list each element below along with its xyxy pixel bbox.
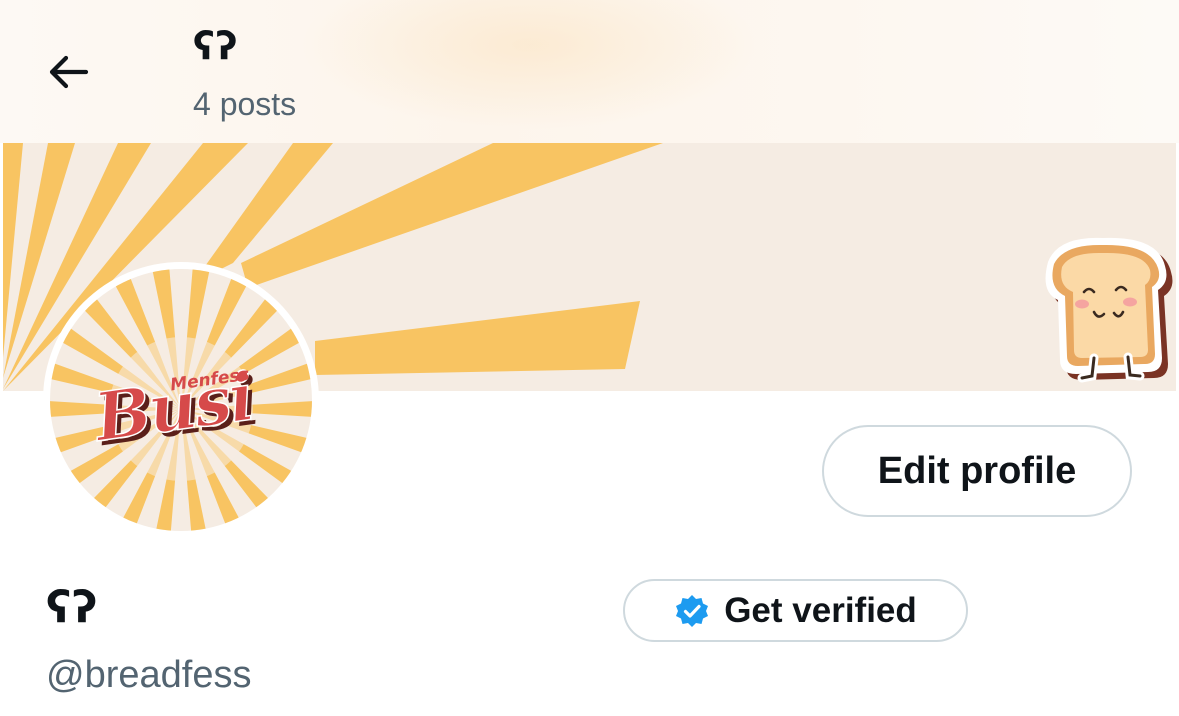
header-background-glow bbox=[300, 0, 760, 130]
toast-sticker-icon bbox=[1045, 237, 1173, 383]
get-verified-button[interactable]: Get verified bbox=[623, 579, 968, 642]
get-verified-label: Get verified bbox=[724, 590, 917, 630]
back-button[interactable] bbox=[42, 48, 94, 96]
header-title: ʕʔ bbox=[193, 24, 239, 68]
header-posts-count: 4 posts bbox=[193, 86, 297, 122]
arrow-left-icon bbox=[49, 55, 89, 89]
profile-handle: @breadfess bbox=[46, 654, 252, 696]
verified-badge-icon bbox=[676, 594, 709, 627]
edit-profile-button[interactable]: Edit profile bbox=[822, 425, 1132, 517]
avatar-image: Busi Busi Menfess bbox=[50, 269, 312, 531]
profile-avatar[interactable]: Busi Busi Menfess bbox=[43, 262, 319, 538]
profile-header: ʕʔ 4 posts bbox=[0, 0, 1179, 143]
avatar-logo: Busi Busi Menfess bbox=[50, 269, 312, 531]
profile-display-name: ʕʔ bbox=[46, 582, 99, 633]
